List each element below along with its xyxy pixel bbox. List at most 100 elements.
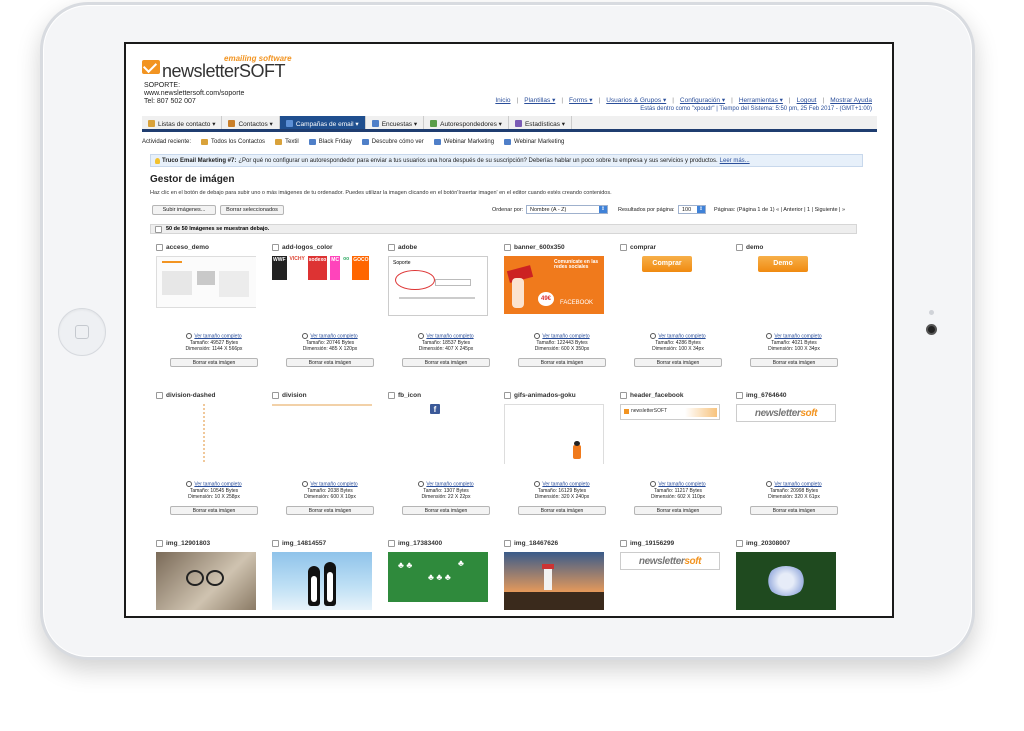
recent-activity-item[interactable]: Webinar Marketing [504,139,564,145]
top-link[interactable]: Forms ▾ [569,97,592,104]
page-help-text: Haz clic en el botón de debajo para subi… [150,190,612,196]
nav-tab[interactable]: Contactos ▾ [222,116,280,129]
delete-image-button[interactable]: Borrar esta imágen [518,506,606,515]
recent-activity-item[interactable]: Descubre cómo ver [361,139,424,145]
delete-image-button[interactable]: Borrar esta imágen [170,506,258,515]
delete-image-button[interactable]: Borrar esta imágen [286,358,374,367]
image-dimension: Dimensión: 600 X 10px [304,494,356,501]
top-link[interactable]: Configuración ▾ [680,97,725,104]
nav-tab[interactable]: Encuestas ▾ [366,116,425,129]
top-link[interactable]: Usuarios & Grupos ▾ [606,97,666,104]
sort-select[interactable]: Nombre (A - Z) ⇕ [526,205,608,214]
image-checkbox[interactable] [504,540,511,547]
view-full-link[interactable]: Ver tamaño completo [504,481,620,488]
delete-image-button[interactable]: Borrar esta imágen [634,506,722,515]
image-checkbox[interactable] [620,392,627,399]
per-page-select[interactable]: 100 ⇕ [678,205,706,214]
image-checkbox[interactable] [736,392,743,399]
image-dimension: Dimensión: 22 X 22px [421,494,471,501]
pagination[interactable]: Páginas: (Página 1 de 1) « | Anterior | … [714,207,845,213]
top-link[interactable]: Logout [797,97,817,104]
image-checkbox[interactable] [156,244,163,251]
view-full-link[interactable]: Ver tamaño completo [156,333,272,340]
image-thumbnail[interactable]: ♣ ♣ ♣ ♣ ♣ ♣ [388,552,488,612]
image-checkbox[interactable] [272,244,279,251]
image-checkbox[interactable] [156,540,163,547]
delete-image-button[interactable]: Borrar esta imágen [750,358,838,367]
view-full-link[interactable]: Ver tamaño completo [272,481,388,488]
view-full-link[interactable]: Ver tamaño completo [388,481,504,488]
image-card: add-logos_color WWF VICHY sodexo MC oo GOCO Ver… [272,244,382,384]
nav-tab[interactable]: Autorespondedores ▾ [424,116,509,129]
select-all-checkbox[interactable] [155,225,162,233]
image-thumbnail[interactable]: Comprar [620,256,720,316]
image-thumbnail[interactable]: Soporte [388,256,488,316]
image-checkbox[interactable] [388,392,395,399]
view-full-link[interactable]: Ver tamaño completo [620,481,736,488]
tip-title: Truco Email Marketing #7: [162,157,237,164]
recent-activity-item[interactable]: Webinar Marketing [433,139,494,145]
image-thumbnail[interactable] [272,404,372,464]
delete-image-button[interactable]: Borrar esta imágen [402,506,490,515]
image-name: gifs-animados-goku [514,392,576,399]
top-link[interactable]: Herramientas ▾ [739,97,783,104]
image-checkbox[interactable] [388,540,395,547]
image-checkbox[interactable] [272,392,279,399]
delete-image-button[interactable]: Borrar esta imágen [518,358,606,367]
view-full-link[interactable]: Ver tamaño completo [272,333,388,340]
image-name: adobe [398,244,418,251]
recent-activity-item[interactable]: Textil [275,139,299,145]
upload-images-button[interactable]: Subir imágenes... [152,205,216,215]
recent-activity-item[interactable]: Todos los Contactos [201,139,265,145]
delete-image-button[interactable]: Borrar esta imágen [286,506,374,515]
recent-activity-item[interactable]: Black Friday [308,139,352,145]
image-thumbnail[interactable]: newslettersoft [620,552,720,612]
top-link[interactable]: Plantillas ▾ [524,97,555,104]
image-thumbnail[interactable] [736,552,836,612]
image-checkbox[interactable] [620,540,627,547]
view-full-link[interactable]: Ver tamaño completo [156,481,272,488]
nav-tab[interactable]: Listas de contacto ▾ [142,116,223,129]
view-full-link[interactable]: Ver tamaño completo [736,333,852,340]
image-name: img_17383400 [398,540,443,547]
tip-read-more-link[interactable]: Leer más... [720,158,750,164]
image-checkbox[interactable] [620,244,627,251]
image-thumbnail[interactable]: newslettersoft [736,404,836,464]
facebook-icon: f [430,404,440,414]
top-link[interactable]: Inicio [495,97,510,104]
recent-activity: Actividad reciente: Todos los Contactos T… [142,136,877,148]
image-thumbnail[interactable] [156,256,256,316]
image-thumbnail[interactable]: WWF VICHY sodexo MC oo GOCO [272,256,372,316]
image-thumbnail[interactable] [272,552,372,612]
image-checkbox[interactable] [504,244,511,251]
image-thumbnail[interactable] [156,404,256,464]
nav-tab[interactable]: Estadísticas ▾ [509,116,573,129]
image-checkbox[interactable] [736,244,743,251]
image-checkbox[interactable] [504,392,511,399]
image-thumbnail[interactable] [504,404,604,464]
image-checkbox[interactable] [272,540,279,547]
delete-image-button[interactable]: Borrar esta imágen [634,358,722,367]
nav-tab[interactable]: Campañas de email ▾ [279,116,366,129]
image-thumbnail[interactable]: Comunícate en las redes sociales 49€ FACEB… [504,256,604,316]
delete-selected-button[interactable]: Borrar seleccionados [220,205,284,215]
image-checkbox[interactable] [156,392,163,399]
image-thumbnail[interactable] [504,552,604,612]
image-thumbnail[interactable]: f [388,404,488,464]
image-meta: Ver tamaño completo Tamaño: 4021 Bytes Dim… [736,333,852,353]
view-full-link[interactable]: Ver tamaño completo [736,481,852,488]
view-full-link[interactable]: Ver tamaño completo [388,333,504,340]
delete-image-button[interactable]: Borrar esta imágen [170,358,258,367]
delete-image-button[interactable]: Borrar esta imágen [750,506,838,515]
image-thumbnail[interactable]: Demo [736,256,836,316]
delete-image-button[interactable]: Borrar esta imágen [402,358,490,367]
view-full-link[interactable]: Ver tamaño completo [504,333,620,340]
image-meta: Ver tamaño completo Tamaño: 10545 Bytes Di… [156,481,272,501]
image-checkbox[interactable] [388,244,395,251]
image-checkbox[interactable] [736,540,743,547]
image-thumbnail[interactable] [156,552,256,612]
view-full-link[interactable]: Ver tamaño completo [620,333,736,340]
activity-icon [504,139,512,145]
top-link[interactable]: Mostrar Ayuda [830,97,872,104]
image-thumbnail[interactable]: newsletterSOFT [620,404,720,464]
